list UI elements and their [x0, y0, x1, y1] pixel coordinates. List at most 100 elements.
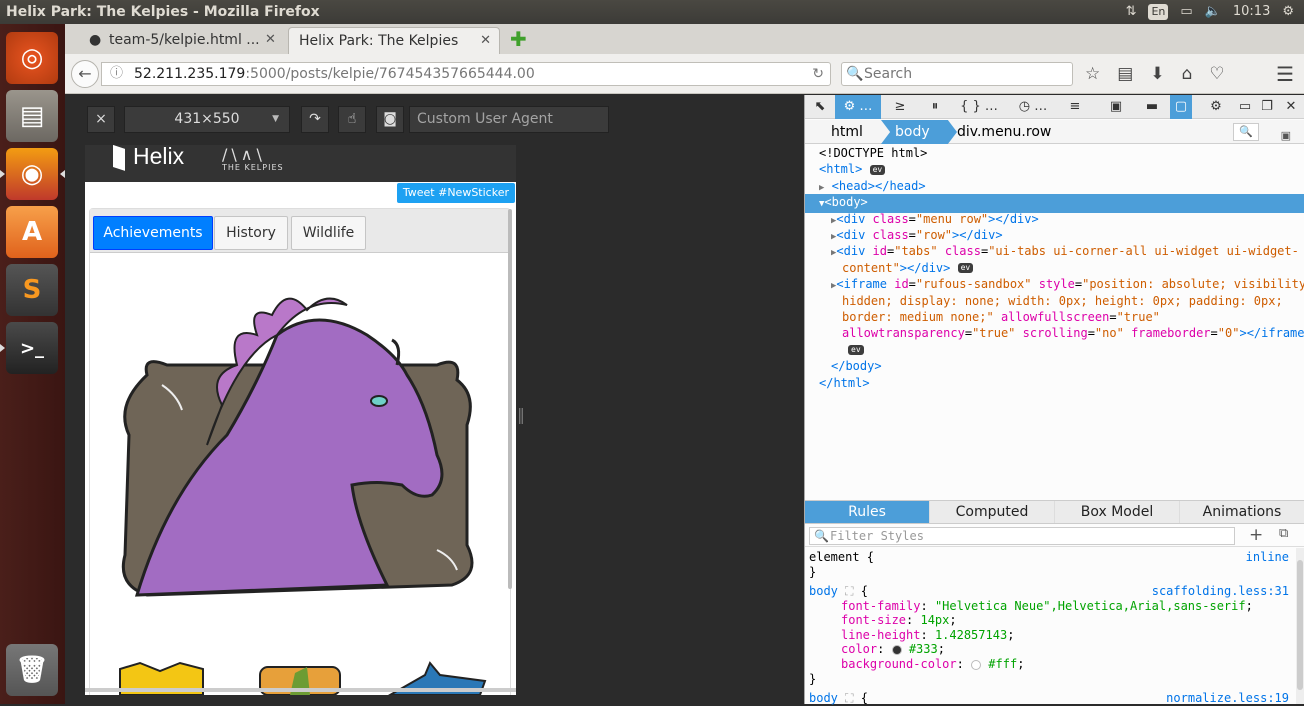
- close-tab-icon[interactable]: ✕: [480, 28, 491, 54]
- search-icon: 🔍: [846, 66, 864, 82]
- reload-icon[interactable]: ↻: [812, 63, 824, 85]
- highlight-selector-icon: ⛶: [845, 584, 854, 598]
- markup-line[interactable]: </body>: [805, 358, 1304, 374]
- tab-animations[interactable]: Animations: [1180, 501, 1304, 523]
- tab-label: team-5/kelpie.html ...: [109, 32, 260, 48]
- tab-wildlife[interactable]: Wildlife: [291, 216, 366, 250]
- github-icon: ●: [89, 32, 102, 48]
- home-icon[interactable]: ⌂: [1182, 62, 1193, 86]
- style-editor-tab[interactable]: { } …: [957, 95, 1001, 119]
- bookmark-star-icon[interactable]: ☆: [1085, 62, 1100, 86]
- trash-icon[interactable]: 🗑: [6, 644, 58, 696]
- rule-source-link: scaffolding.less:31: [1151, 584, 1289, 598]
- markup-line[interactable]: border: medium none;" allowfullscreen="t…: [805, 309, 1304, 325]
- battery-icon[interactable]: ▭: [1180, 0, 1192, 24]
- undock-icon[interactable]: ❐: [1257, 95, 1277, 119]
- viewport-size-label: 431×550: [174, 111, 240, 127]
- event-badge: ev: [957, 263, 974, 274]
- declaration[interactable]: color: #333;: [809, 642, 1289, 657]
- markup-line[interactable]: <!DOCTYPE html>: [805, 145, 1304, 161]
- console-tab[interactable]: ≥: [885, 95, 915, 119]
- add-rule-button[interactable]: +: [1249, 525, 1263, 545]
- close-rdm-button[interactable]: ×: [87, 106, 115, 133]
- declaration[interactable]: font-family: "Helvetica Neue",Helvetica,…: [809, 599, 1289, 614]
- tab-rules[interactable]: Rules: [805, 501, 930, 523]
- network-tab[interactable]: ≡: [1063, 95, 1087, 119]
- markup-line[interactable]: hidden; display: none; width: 0px; heigh…: [805, 293, 1304, 309]
- software-center-icon[interactable]: A: [6, 206, 58, 258]
- markup-line[interactable]: </html>: [805, 375, 1304, 391]
- responsive-mode-icon[interactable]: ▢: [1170, 95, 1192, 119]
- new-tab-button[interactable]: ✚: [510, 27, 527, 51]
- scratchpad-icon[interactable]: ▬: [1141, 95, 1163, 119]
- rule-body[interactable]: body ⛶ {scaffolding.less:31: [809, 584, 1289, 599]
- rule-close: }: [809, 564, 817, 579]
- sublime-text-icon[interactable]: S: [6, 264, 58, 316]
- breadcrumb-html[interactable]: html: [819, 120, 875, 144]
- tab-history[interactable]: History: [214, 216, 288, 250]
- kelpies-emblem-icon: /\∧\: [222, 145, 266, 164]
- toggle-pseudo-classes-icon[interactable]: ⧉: [1279, 526, 1288, 541]
- touch-simulation-button[interactable]: ☝: [338, 106, 366, 133]
- debugger-tab[interactable]: ⏸: [917, 95, 953, 119]
- settings-gear-icon[interactable]: ⚙: [1205, 95, 1227, 119]
- site-info-icon[interactable]: ⓘ: [110, 63, 123, 85]
- markup-line[interactable]: content"></div> ev: [805, 260, 1304, 276]
- close-devtools-icon[interactable]: ✕: [1281, 95, 1301, 119]
- power-gear-icon[interactable]: ⚙: [1282, 0, 1294, 24]
- tweet-button[interactable]: Tweet #NewSticker: [396, 183, 515, 203]
- rule-body[interactable]: body ⛶ {normalize.less:19: [809, 691, 1289, 706]
- tab-achievements[interactable]: Achievements: [93, 216, 213, 250]
- element-picker-icon[interactable]: ⬉: [809, 95, 831, 119]
- viewport-size-select[interactable]: 431×550 ▼: [124, 106, 290, 133]
- tab-box-model[interactable]: Box Model: [1055, 501, 1180, 523]
- rule-element[interactable]: element {inline: [809, 550, 1289, 565]
- network-icon[interactable]: ⇅: [1126, 0, 1137, 24]
- reading-list-icon[interactable]: ▤: [1117, 62, 1133, 86]
- markup-line[interactable]: ev: [805, 342, 1304, 358]
- firefox-icon[interactable]: ◉: [6, 148, 58, 200]
- kelpie-sticker-image[interactable]: [107, 295, 487, 600]
- markup-search-icon[interactable]: 🔍: [1233, 123, 1259, 141]
- color-swatch: [971, 659, 982, 670]
- dock-bottom-icon[interactable]: ▭: [1235, 95, 1255, 119]
- screenshot-button[interactable]: ◙: [376, 106, 404, 133]
- event-badge: ev: [869, 164, 886, 175]
- markup-line[interactable]: allowtransparency="true" scrolling="no" …: [805, 325, 1304, 341]
- declaration[interactable]: background-color: #fff;: [809, 657, 1289, 672]
- user-agent-input[interactable]: Custom User Agent: [409, 106, 609, 133]
- search-box[interactable]: 🔍 Search: [841, 62, 1073, 86]
- ubuntu-dash-icon[interactable]: ◎: [6, 32, 58, 84]
- kelpies-logo[interactable]: /\∧\ THE KELPIES: [222, 145, 284, 172]
- close-tab-icon[interactable]: ✕: [265, 27, 276, 53]
- tab-content-scrollbar[interactable]: [508, 209, 512, 589]
- inspector-tab[interactable]: ⚙ …: [835, 95, 881, 119]
- rotate-button[interactable]: ↷: [301, 106, 329, 133]
- tab-computed[interactable]: Computed: [930, 501, 1055, 523]
- markup-line[interactable]: <html> ev: [805, 161, 1304, 177]
- keyboard-layout-indicator[interactable]: En: [1148, 4, 1169, 20]
- terminal-icon[interactable]: >_: [6, 322, 58, 374]
- files-icon[interactable]: ▤: [6, 90, 58, 142]
- url-bar[interactable]: ⓘ 52.211.235.179:5000/posts/kelpie/76745…: [101, 62, 831, 86]
- tab-helix-park[interactable]: Helix Park: The Kelpies ✕: [288, 27, 500, 54]
- breadcrumb: html body div.menu.row 🔍 ▣: [805, 120, 1304, 144]
- site-header: Helix /\∧\ THE KELPIES: [85, 145, 516, 182]
- tab-label: Helix Park: The Kelpies: [299, 33, 459, 49]
- pocket-icon[interactable]: ♡: [1209, 62, 1224, 86]
- split-console-icon[interactable]: ▣: [1101, 95, 1131, 119]
- declaration[interactable]: font-size: 14px;: [809, 613, 1289, 628]
- clock[interactable]: 10:13: [1233, 0, 1270, 24]
- url-host: 52.211.235.179: [134, 66, 246, 82]
- downloads-icon[interactable]: ⬇: [1150, 62, 1164, 86]
- helix-logo[interactable]: Helix: [113, 145, 184, 171]
- breadcrumb-div-menu-row[interactable]: div.menu.row: [945, 120, 1063, 144]
- volume-icon[interactable]: 🔈: [1205, 0, 1221, 24]
- filter-styles-input[interactable]: 🔍 Filter Styles: [809, 527, 1235, 545]
- menu-icon[interactable]: ☰: [1276, 62, 1294, 86]
- declaration[interactable]: line-height: 1.42857143;: [809, 628, 1289, 643]
- back-button[interactable]: ←: [71, 60, 99, 88]
- viewport-resize-handle[interactable]: ‖: [517, 405, 525, 424]
- rules-scrollbar[interactable]: [1296, 548, 1304, 704]
- performance-tab[interactable]: ◷ …: [1011, 95, 1055, 119]
